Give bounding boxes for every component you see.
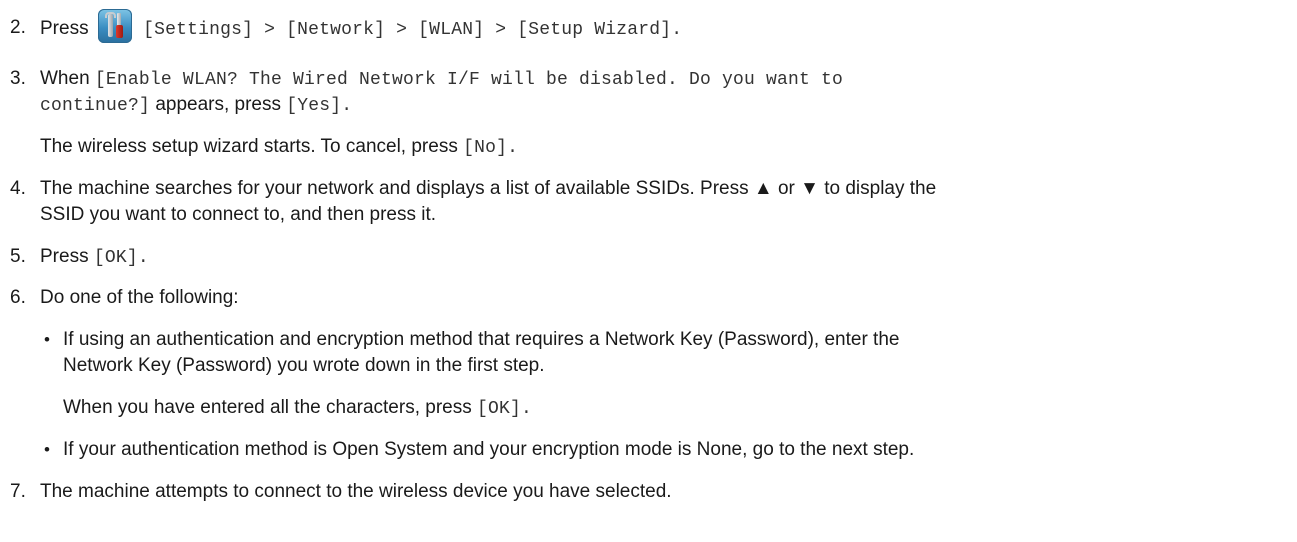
step-number: 4.: [10, 178, 26, 199]
message-text: [Enable WLAN? The Wired Network I/F will…: [94, 70, 844, 90]
bullet-text: If using an authentication and encryptio…: [63, 329, 900, 350]
bullet-symbol: •: [44, 440, 50, 459]
settings-tools-icon: [97, 9, 132, 43]
yes-option: [Yes].: [286, 96, 353, 116]
step-number: 5.: [10, 246, 26, 267]
bullet-1-note: When you have entered all the characters…: [63, 395, 532, 422]
step-number: 7.: [10, 481, 26, 502]
step-3-note: The wireless setup wizard starts. To can…: [40, 134, 518, 161]
step-text: When [Enable WLAN? The Wired Network I/F…: [40, 66, 843, 93]
press-label: Press: [40, 246, 89, 267]
ok-option: [OK].: [477, 399, 533, 419]
step-text: The machine searches for your network an…: [40, 178, 937, 199]
step-3-continued: continue?] appears, press [Yes].: [40, 92, 352, 119]
bullet-symbol: •: [44, 330, 50, 349]
when-label: When: [40, 68, 90, 89]
bullet-1-continued: Network Key (Password) you wrote down in…: [63, 355, 545, 376]
appears-press-label: appears, press: [155, 94, 281, 115]
bullet-note-text: When you have entered all the characters…: [63, 397, 472, 418]
menu-path: [Settings] > [Network] > [WLAN] > [Setup…: [143, 20, 683, 41]
no-option: [No].: [463, 138, 519, 158]
step-text: The machine attempts to connect to the w…: [40, 481, 672, 502]
step-4-continued: SSID you want to connect to, and then pr…: [40, 204, 437, 225]
ok-option: [OK].: [93, 248, 149, 268]
step-number: 6.: [10, 287, 26, 308]
step-text: Do one of the following:: [40, 287, 239, 308]
wizard-note: The wireless setup wizard starts. To can…: [40, 136, 458, 157]
press-label: Press: [40, 18, 89, 40]
step-text: Press [Settings] > [Network] > [WLAN] > …: [40, 9, 683, 43]
bullet-text: If your authentication method is Open Sy…: [63, 439, 915, 460]
step-number: 3.: [10, 68, 26, 89]
step-number: 2.: [10, 17, 26, 38]
step-text: Press [OK].: [40, 244, 149, 271]
message-text-continued: continue?]: [40, 96, 151, 116]
